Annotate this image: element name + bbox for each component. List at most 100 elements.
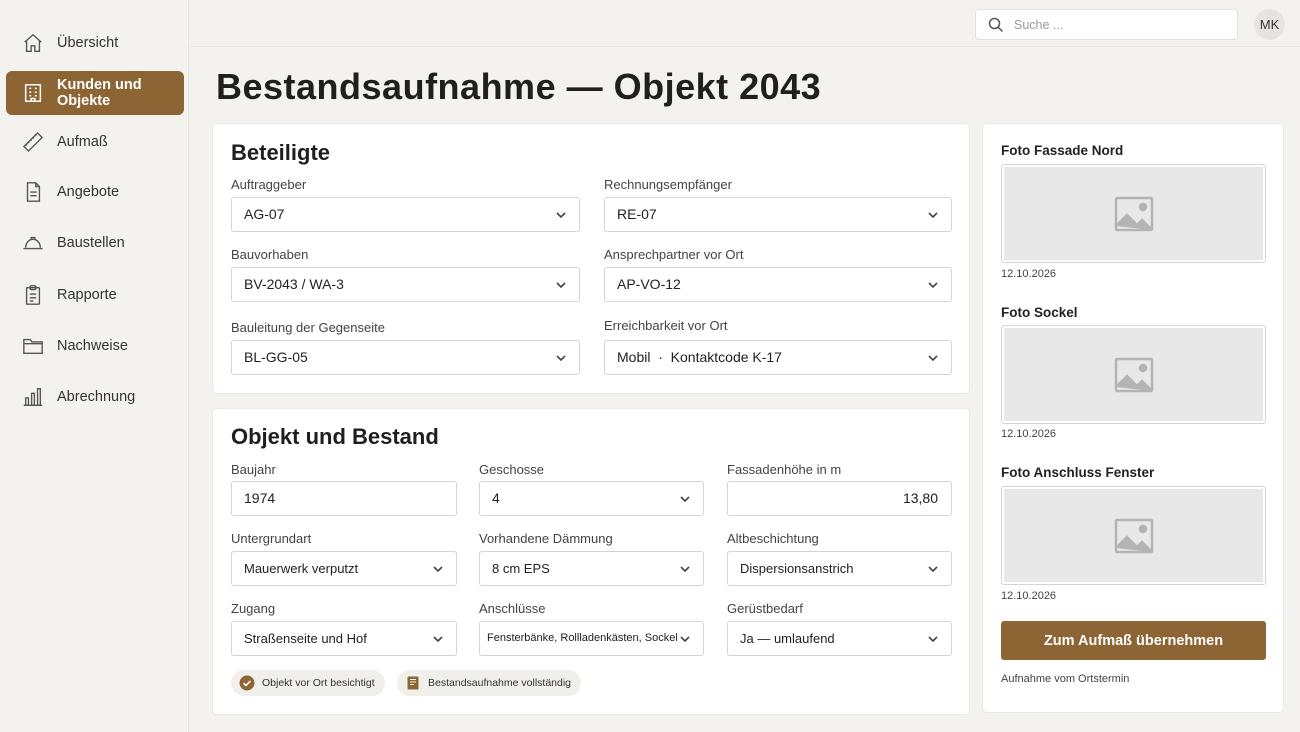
untergrundart-select[interactable]: Mauerwerk verputzt — [231, 551, 457, 586]
chevron-down-icon — [928, 282, 938, 289]
document-icon — [21, 180, 45, 204]
untergrundart-value: Mauerwerk verputzt — [244, 561, 359, 576]
chevron-down-icon — [928, 212, 938, 219]
geruestbedarf-value: Ja — umlaufend — [740, 631, 835, 646]
rechnungsempfaenger-select[interactable]: RE-07 — [604, 197, 952, 232]
sidebar-item-label: Nachweise — [57, 338, 128, 354]
chevron-down-icon — [433, 636, 443, 643]
rechnungsempfaenger-label: Rechnungsempfänger — [604, 177, 732, 192]
zugang-select[interactable]: Straßenseite und Hof — [231, 621, 457, 656]
sidebar-item-nachweise[interactable]: Nachweise — [6, 324, 184, 368]
photo-date: 12.10.2026 — [1001, 268, 1057, 280]
search-icon — [988, 17, 1004, 33]
fassadenhoehe-input[interactable]: 13,80 — [727, 481, 952, 516]
photo-title: Foto Anschluss Fenster — [1001, 465, 1155, 480]
bauvorhaben-label: Bauvorhaben — [231, 247, 309, 262]
baujahr-value: 1974 — [244, 490, 276, 506]
anschluesse-label: Anschlüsse — [479, 601, 546, 616]
erreichbarkeit-label: Erreichbarkeit vor Ort — [604, 318, 728, 333]
top-bar: MK — [189, 0, 1300, 47]
sidebar: Übersicht Kunden und Objekte Aufmaß Ange… — [0, 0, 189, 732]
anschluesse-select[interactable]: Fensterbänke, Rollladenkästen, Sockel — [479, 621, 704, 656]
book-icon — [407, 676, 419, 690]
sidebar-item-kunden-und-objekte[interactable]: Kunden und Objekte — [6, 71, 184, 115]
image-icon — [1114, 357, 1153, 392]
photo-date: 12.10.2026 — [1001, 428, 1057, 440]
geschosse-value: 4 — [492, 490, 500, 506]
chevron-down-icon — [680, 496, 690, 503]
hardhat-icon — [21, 231, 45, 255]
ansprechpartner-label: Ansprechpartner vor Ort — [604, 247, 744, 262]
status-badge-label: Bestandsaufnahme vollständig — [428, 677, 572, 689]
photo-placeholder — [1004, 489, 1263, 582]
geschosse-select[interactable]: 4 — [479, 481, 704, 516]
sidebar-item-label: Baustellen — [57, 235, 125, 251]
sidebar-item-baustellen[interactable]: Baustellen — [6, 221, 184, 265]
photo-placeholder — [1004, 167, 1263, 260]
photo-anschluss-fenster[interactable] — [1001, 486, 1266, 585]
daemmung-value: 8 cm EPS — [492, 561, 550, 576]
daemmung-select[interactable]: 8 cm EPS — [479, 551, 704, 586]
chevron-down-icon — [680, 566, 690, 573]
auftraggeber-select[interactable]: AG-07 — [231, 197, 580, 232]
bauvorhaben-value: BV-2043 / WA-3 — [244, 276, 344, 292]
chevron-down-icon — [556, 282, 566, 289]
zugang-value: Straßenseite und Hof — [244, 631, 367, 646]
ansprechpartner-select[interactable]: AP-VO-12 — [604, 267, 952, 302]
search-input[interactable] — [1014, 16, 1224, 34]
status-badge-vollstaendig: Bestandsaufnahme vollständig — [397, 670, 582, 696]
auftraggeber-value: AG-07 — [244, 206, 285, 222]
photo-title: Foto Sockel — [1001, 305, 1078, 320]
chevron-down-icon — [928, 355, 938, 362]
altbeschichtung-select[interactable]: Dispersionsanstrich — [727, 551, 952, 586]
check-circle-icon — [239, 675, 255, 691]
sidebar-item-label: Angebote — [57, 184, 120, 200]
geschosse-label: Geschosse — [479, 462, 545, 477]
bar-chart-icon — [21, 385, 45, 409]
sidebar-item-angebote[interactable]: Angebote — [6, 170, 184, 214]
building-icon — [21, 81, 45, 105]
geruestbedarf-label: Gerüstbedarf — [727, 601, 803, 616]
sidebar-item-rapporte[interactable]: Rapporte — [6, 273, 184, 317]
zum-aufmass-uebernehmen-button[interactable]: Zum Aufmaß übernehmen — [1001, 621, 1266, 660]
anschluesse-value: Fensterbänke, Rollladenkästen, Sockel — [487, 632, 677, 644]
chevron-down-icon — [433, 566, 443, 573]
geruestbedarf-select[interactable]: Ja — umlaufend — [727, 621, 952, 656]
photo-fassade-nord[interactable] — [1001, 164, 1266, 263]
photo-title: Foto Fassade Nord — [1001, 143, 1124, 158]
photo-sockel[interactable] — [1001, 325, 1266, 424]
bauvorhaben-select[interactable]: BV-2043 / WA-3 — [231, 267, 580, 302]
cta-note: Aufnahme vom Ortstermin — [1001, 673, 1130, 685]
sidebar-item-uebersicht[interactable]: Übersicht — [6, 21, 184, 65]
image-icon — [1114, 518, 1153, 553]
beteiligte-title: Beteiligte — [231, 140, 331, 165]
avatar[interactable]: MK — [1254, 9, 1285, 40]
zugang-label: Zugang — [231, 601, 276, 616]
bauleitung-label: Bauleitung der Gegenseite — [231, 320, 385, 335]
bauleitung-select[interactable]: BL-GG-05 — [231, 340, 580, 375]
status-badge-besichtigt: Objekt vor Ort besichtigt — [231, 670, 385, 696]
photo-date: 12.10.2026 — [1001, 590, 1057, 602]
baujahr-input[interactable]: 1974 — [231, 481, 457, 516]
ruler-icon — [21, 130, 45, 154]
chevron-down-icon — [556, 212, 566, 219]
sidebar-item-abrechnung[interactable]: Abrechnung — [6, 375, 184, 419]
untergrundart-label: Untergrundart — [231, 531, 312, 546]
sidebar-item-label: Abrechnung — [57, 389, 136, 405]
chevron-down-icon — [556, 355, 566, 362]
erreichbarkeit-select[interactable]: Mobil · Kontaktcode K-17 — [604, 340, 952, 375]
sidebar-item-label: Aufmaß — [57, 134, 108, 150]
image-icon — [1114, 196, 1153, 231]
page-title: Bestandsaufnahme — Objekt 2043 — [216, 66, 822, 107]
auftraggeber-label: Auftraggeber — [231, 177, 307, 192]
chevron-down-icon — [928, 636, 938, 643]
fassadenhoehe-value: 13,80 — [902, 490, 938, 506]
chevron-down-icon — [680, 636, 690, 643]
search-box[interactable] — [975, 9, 1238, 40]
baujahr-label: Baujahr — [231, 462, 276, 477]
altbeschichtung-value: Dispersionsanstrich — [740, 561, 854, 576]
bauleitung-value: BL-GG-05 — [244, 349, 308, 365]
chevron-down-icon — [928, 566, 938, 573]
sidebar-item-aufmass[interactable]: Aufmaß — [6, 120, 184, 164]
sidebar-item-label: Rapporte — [57, 287, 117, 303]
